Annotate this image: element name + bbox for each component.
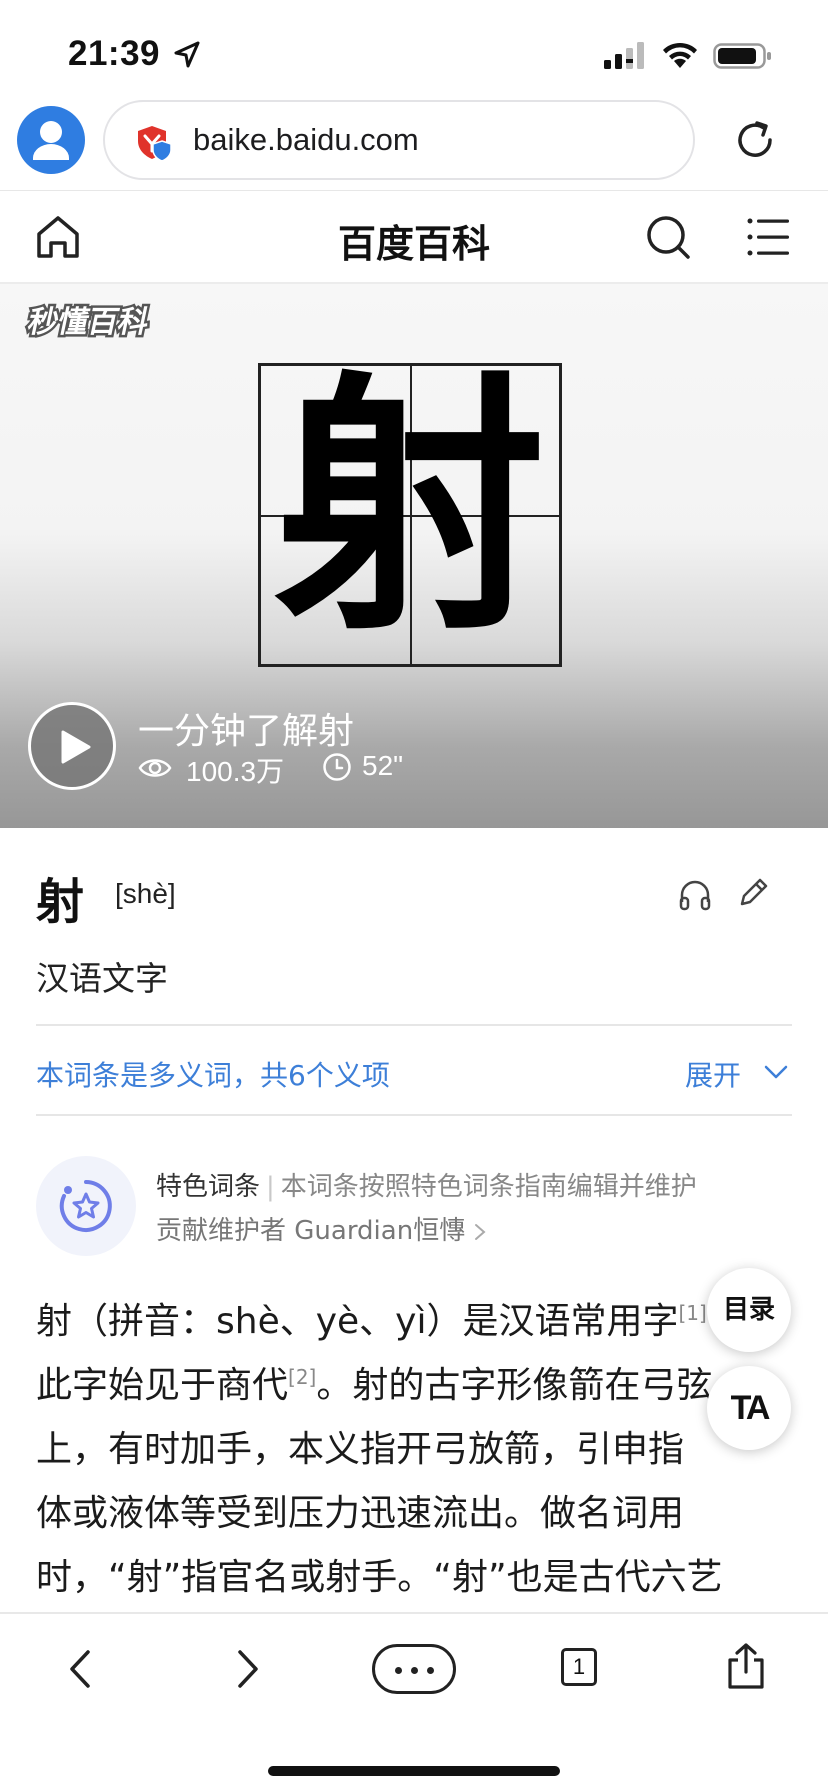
tabs-button[interactable]: 1 (561, 1648, 597, 1686)
article-line: 上，有时加手，本义指开弓放箭，引申指 (36, 1429, 685, 1470)
feature-info: 特色词条 | 本词条按照特色词条指南编辑并维护 (156, 1166, 697, 1203)
miaodong-baike-logo: 秒懂百科 (22, 303, 154, 343)
profile-avatar[interactable] (17, 106, 85, 174)
character-grid: 射 (258, 358, 562, 667)
cellular-signal-icon (604, 42, 644, 69)
home-indicator (268, 1766, 560, 1776)
site-title[interactable]: 百度百科 (0, 213, 828, 268)
user-icon (33, 121, 69, 160)
video-player[interactable]: 秒懂百科 射 一分钟了解射 100.3万 52" (0, 284, 828, 828)
svg-text:秒懂百科: 秒懂百科 (25, 305, 152, 340)
reload-icon[interactable] (733, 118, 777, 162)
back-arrow-icon[interactable] (64, 1648, 96, 1690)
menu-list-icon[interactable] (746, 215, 790, 259)
video-title: 一分钟了解射 (138, 711, 355, 752)
search-icon[interactable] (644, 213, 692, 261)
entry-pinyin: [shè] (115, 878, 176, 909)
chevron-right-icon (475, 1223, 486, 1240)
video-duration: 52" (362, 750, 404, 781)
table-of-contents-button[interactable]: 目录 (707, 1268, 791, 1352)
forward-arrow-icon[interactable] (232, 1648, 264, 1690)
location-arrow-icon (174, 41, 200, 68)
feature-description: 本词条按照特色词条指南编辑并维护 (280, 1172, 697, 1202)
edit-pencil-icon[interactable] (736, 876, 770, 910)
feature-separator: | (266, 1172, 275, 1202)
share-icon[interactable] (726, 1642, 766, 1690)
views-eye-icon (138, 759, 172, 777)
font-size-button[interactable]: TA (707, 1366, 791, 1450)
status-bar: 21:39 (0, 0, 828, 100)
divider (36, 1024, 792, 1026)
divider (36, 1114, 792, 1116)
contributor-text: 贡献维护者 Guardian恒慱 (156, 1216, 466, 1246)
article-body: 射（拼音：shè、yè、yì）是汉语常用字[1] 此字始见于商代[2]。射的古字… (36, 1290, 796, 1610)
battery-icon (713, 43, 771, 69)
polysemy-link[interactable]: 本词条是多义词，共6个义项 (36, 1054, 390, 1094)
entry-title: 射 (36, 874, 85, 930)
expand-button[interactable]: 展开 (685, 1054, 741, 1094)
entry-subtitle: 汉语文字 (36, 959, 168, 998)
feature-badge (36, 1156, 136, 1256)
play-icon (61, 730, 91, 764)
site-header: 百度百科 (0, 190, 828, 284)
view-count: 100.3万 (186, 756, 285, 787)
play-button[interactable] (28, 702, 116, 790)
security-shield-icon (138, 126, 172, 162)
feature-contributor-link[interactable]: 贡献维护者 Guardian恒慱 (156, 1210, 487, 1247)
feature-label: 特色词条 (156, 1172, 261, 1202)
article-line: 此字始见于商代[2]。射的古字形像箭在弓弦 (36, 1365, 713, 1406)
reference-link[interactable]: [1] (678, 1301, 706, 1325)
headphone-icon[interactable] (678, 878, 712, 912)
clock-icon (323, 753, 351, 781)
more-options-button[interactable] (372, 1644, 456, 1694)
browser-toolbar: 1 (0, 1612, 828, 1792)
character-glyph: 射 (274, 348, 546, 667)
status-time: 21:39 (68, 34, 161, 73)
reference-link[interactable]: [2] (288, 1365, 316, 1389)
address-bar[interactable]: baike.baidu.com (103, 100, 695, 180)
chevron-down-icon[interactable] (762, 1062, 790, 1082)
article-line: 射（拼音：shè、yè、yì）是汉语常用字[1] (36, 1301, 707, 1342)
article-line: 体或液体等受到压力迅速流出。做名词用 (36, 1493, 685, 1534)
wifi-icon (663, 42, 697, 68)
feature-star-icon (59, 1180, 112, 1232)
article-line: 时，“射”指官名或射手。“射”也是古代六艺 (36, 1557, 723, 1598)
url-text: baike.baidu.com (193, 122, 419, 157)
